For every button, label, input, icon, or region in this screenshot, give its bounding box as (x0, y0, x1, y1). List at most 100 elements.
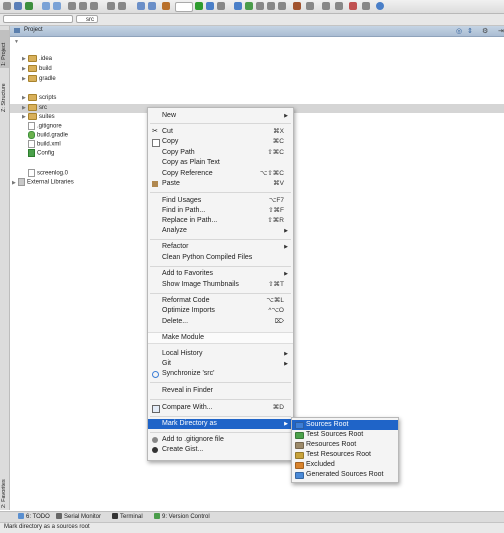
plugin-icon[interactable] (335, 2, 343, 10)
serial-monitor-tool-tab[interactable]: Serial Monitor (56, 513, 101, 522)
tree-item[interactable]: ▶ suites (22, 113, 55, 122)
debug-icon[interactable] (206, 2, 214, 10)
menu-separator (150, 123, 291, 124)
submenu-item-test-resources-root[interactable]: Test Resources Root (292, 450, 398, 460)
tree-item[interactable]: build.gradle (28, 131, 68, 140)
tree-item-selected[interactable]: ▶ src (22, 104, 47, 113)
vcs-commit-icon[interactable] (245, 2, 253, 10)
tree-item[interactable]: .gitignore (28, 122, 62, 131)
tree-item[interactable]: ▶ build (22, 65, 52, 74)
menu-item-paste[interactable]: Paste ⌘V (148, 179, 293, 189)
menu-item-find-in-path[interactable]: Find in Path... ⇧⌘F (148, 206, 293, 216)
menu-item-mark-directory-as[interactable]: Mark Directory as ▶ (148, 419, 293, 429)
menu-item-optimize-imports[interactable]: Optimize Imports ^⌥O (148, 306, 293, 316)
menu-separator (150, 399, 291, 400)
project-tool-tab[interactable]: 1: Project (0, 30, 9, 68)
submenu-item-resources-root[interactable]: Resources Root (292, 440, 398, 450)
find-icon[interactable] (107, 2, 115, 10)
favorites-tool-tab[interactable]: 2: Favorites (0, 466, 9, 510)
back-icon[interactable] (137, 2, 145, 10)
menu-item-make-module[interactable]: Make Module (148, 332, 293, 344)
terminal-tool-tab[interactable]: Terminal (112, 513, 143, 522)
sync-icon[interactable] (25, 2, 33, 10)
menu-item-local-history[interactable]: Local History ▶ (148, 349, 293, 359)
redo-icon[interactable] (53, 2, 61, 10)
submenu-item-sources-root[interactable]: Sources Root (292, 420, 398, 430)
target-icon[interactable]: ◎ (456, 27, 462, 35)
menu-item-compare-with[interactable]: Compare With... ⌘D (148, 403, 293, 413)
vcs-compare-icon[interactable] (256, 2, 264, 10)
menu-item-copy[interactable]: Copy ⌘C (148, 137, 293, 147)
open-icon[interactable] (3, 2, 11, 10)
copy-icon[interactable] (79, 2, 87, 10)
forward-icon[interactable] (148, 2, 156, 10)
structure-icon[interactable] (306, 2, 314, 10)
submenu-arrow-icon: ▶ (284, 351, 288, 357)
stop-icon[interactable] (217, 2, 225, 10)
hide-icon[interactable]: ⇥ (498, 27, 504, 35)
tree-item[interactable]: screenlog.0 (28, 169, 68, 178)
mark-directory-submenu: Sources Root Test Sources Root Resources… (291, 417, 399, 483)
save-icon[interactable] (14, 2, 22, 10)
breadcrumb-src[interactable]: src (76, 15, 98, 23)
folder-icon (28, 65, 37, 72)
tree-item[interactable]: ▶ .idea (22, 55, 52, 64)
todo-tool-tab[interactable]: 6: TODO (18, 513, 50, 522)
menu-separator (150, 382, 291, 383)
tree-item[interactable]: ▶ External Libraries (12, 178, 74, 187)
folder-icon (28, 94, 37, 101)
collapse-icon[interactable]: ⇕ (467, 27, 473, 35)
cut-icon[interactable] (68, 2, 76, 10)
menu-item-replace-in-path[interactable]: Replace in Path... ⇧⌘R (148, 216, 293, 226)
paste-icon[interactable] (90, 2, 98, 10)
menu-item-reformat-code[interactable]: Reformat Code ⌥⌘L (148, 296, 293, 306)
vcs-history-icon[interactable] (267, 2, 275, 10)
menu-item-add-to-favorites[interactable]: Add to Favorites ▶ (148, 269, 293, 279)
menu-item-copy-plain-text[interactable]: Copy as Plain Text (148, 158, 293, 168)
tree-item[interactable]: Config (28, 149, 54, 158)
tree-item[interactable]: ▶ gradle (22, 75, 56, 84)
settings-icon[interactable] (293, 2, 301, 10)
version-control-tool-tab[interactable]: 9: Version Control (154, 513, 210, 522)
help-icon[interactable] (376, 2, 384, 10)
menu-item-show-image-thumbnails[interactable]: Show Image Thumbnails ⇧⌘T (148, 280, 293, 290)
tree-root[interactable]: ▼ (14, 38, 20, 47)
folder-icon (28, 104, 37, 111)
submenu-item-excluded[interactable]: Excluded (292, 460, 398, 470)
run-config-select[interactable] (175, 2, 193, 12)
menu-item-cut[interactable]: ✂ Cut ⌘X (148, 127, 293, 137)
run-icon[interactable] (195, 2, 203, 10)
menu-item-copy-path[interactable]: Copy Path ⇧⌘C (148, 148, 293, 158)
vcs-update-icon[interactable] (234, 2, 242, 10)
tasks-icon[interactable] (349, 2, 357, 10)
menu-item-create-gist[interactable]: Create Gist... (148, 445, 293, 455)
breadcrumb-project[interactable] (3, 15, 73, 23)
submenu-item-generated-sources-root[interactable]: Generated Sources Root (292, 470, 398, 480)
external-tool-icon[interactable] (362, 2, 370, 10)
menu-item-clean-python[interactable]: Clean Python Compiled Files (148, 253, 293, 263)
menu-item-refactor[interactable]: Refactor ▶ (148, 242, 293, 252)
structure-tool-tab[interactable]: Z: Structure (0, 72, 9, 114)
submenu-item-test-sources-root[interactable]: Test Sources Root (292, 430, 398, 440)
tree-item[interactable]: ▶ scripts (22, 94, 56, 103)
replace-icon[interactable] (118, 2, 126, 10)
navigation-bar: src (0, 14, 504, 26)
menu-item-git[interactable]: Git ▶ (148, 359, 293, 369)
gear-icon[interactable]: ⚙ (482, 27, 488, 35)
menu-item-new[interactable]: New ▶ (148, 111, 293, 121)
menu-item-reveal-in-finder[interactable]: Reveal in Finder (148, 386, 293, 396)
menu-item-synchronize[interactable]: Synchronize 'src' (148, 369, 293, 379)
menu-item-delete[interactable]: Delete... ⌦ (148, 317, 293, 327)
menu-item-copy-reference[interactable]: Copy Reference ⌥⇧⌘C (148, 169, 293, 179)
menu-item-add-to-gitignore[interactable]: Add to .gitignore file (148, 435, 293, 445)
menu-item-analyze[interactable]: Analyze ▶ (148, 226, 293, 236)
status-bar: Mark directory as a sources root (0, 522, 504, 533)
menu-item-find-usages[interactable]: Find Usages ⌥F7 (148, 196, 293, 206)
build-icon[interactable] (162, 2, 170, 10)
folder-icon (28, 113, 37, 120)
sdk-icon[interactable] (322, 2, 330, 10)
tree-item[interactable]: build.xml (28, 140, 61, 149)
folder-icon (295, 422, 304, 429)
undo-icon[interactable] (42, 2, 50, 10)
vcs-revert-icon[interactable] (278, 2, 286, 10)
